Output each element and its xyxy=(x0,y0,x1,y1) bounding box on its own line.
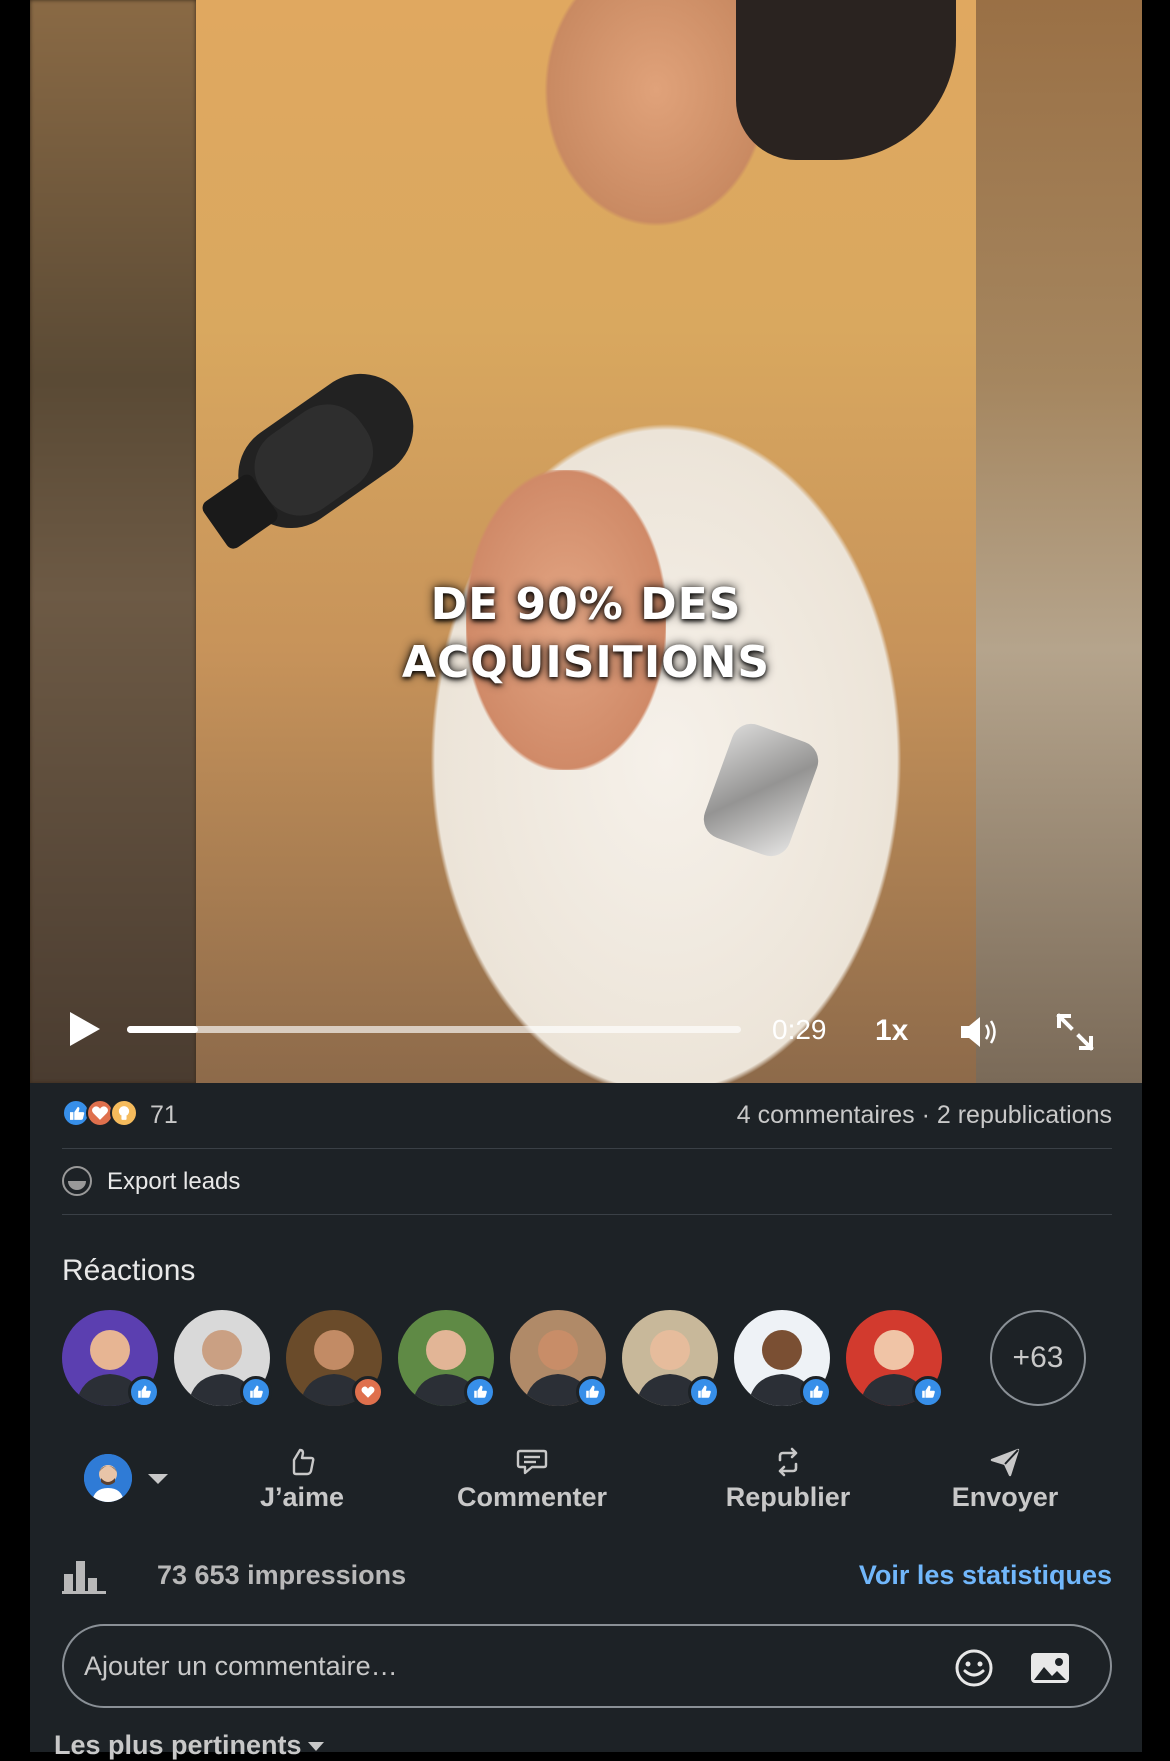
reactor-avatar[interactable] xyxy=(510,1310,608,1408)
send-button[interactable]: Envoyer xyxy=(940,1440,1070,1520)
impressions-count[interactable]: 73 653 impressions xyxy=(157,1560,406,1591)
fullscreen-icon[interactable] xyxy=(1055,1012,1095,1052)
reactor-avatar[interactable] xyxy=(734,1310,832,1408)
comment-icon xyxy=(516,1449,548,1475)
comments-reposts: 4 commentaires · 2 republications xyxy=(737,1101,1112,1130)
post-detail: DE 90% DES ACQUISITIONS 0:29 1x 71 4 com… xyxy=(30,0,1142,1760)
reactor-avatar[interactable] xyxy=(62,1310,160,1408)
caret-down-icon xyxy=(307,1742,324,1752)
video-time: 0:29 xyxy=(772,1014,827,1045)
like-icon xyxy=(912,1376,944,1408)
video-player[interactable]: DE 90% DES ACQUISITIONS 0:29 1x xyxy=(30,0,1142,1083)
volume-icon[interactable] xyxy=(958,1012,1002,1052)
reposts-count-link[interactable]: 2 republications xyxy=(937,1101,1112,1129)
reactor-avatar[interactable] xyxy=(174,1310,272,1408)
video-controls: 0:29 1x xyxy=(30,990,1142,1070)
video-caption-line-2: ACQUISITIONS xyxy=(401,637,771,688)
video-subject-hair xyxy=(736,0,956,160)
like-button[interactable]: J’aime xyxy=(242,1440,362,1520)
image-icon[interactable] xyxy=(1028,1646,1072,1690)
reactor-avatar[interactable] xyxy=(622,1310,720,1408)
more-reactors-button[interactable]: +63 xyxy=(990,1310,1086,1406)
sort-label: Les plus pertinents xyxy=(54,1730,302,1760)
view-stats-link[interactable]: Voir les statistiques xyxy=(859,1560,1112,1591)
video-frame xyxy=(196,0,976,1083)
sort-dropdown[interactable]: Les plus pertinents xyxy=(54,1730,324,1761)
like-icon xyxy=(464,1376,496,1408)
repost-button[interactable]: Republier xyxy=(713,1440,863,1520)
chevron-down-icon xyxy=(148,1474,168,1484)
like-icon xyxy=(240,1376,272,1408)
user-avatar xyxy=(84,1454,132,1502)
video-subject-watch xyxy=(698,718,824,862)
microphone-icon xyxy=(202,373,414,549)
play-icon[interactable] xyxy=(64,1009,104,1049)
reactor-avatar[interactable] xyxy=(846,1310,944,1408)
repost-label: Republier xyxy=(725,1482,851,1512)
video-caption-line-1: DE 90% DES xyxy=(430,579,742,630)
divider xyxy=(62,1148,1112,1149)
counts-separator: · xyxy=(914,1101,937,1129)
repost-icon xyxy=(778,1447,798,1477)
comment-input[interactable] xyxy=(84,1644,844,1688)
reactor-avatar[interactable] xyxy=(286,1310,384,1408)
export-leads-label: Export leads xyxy=(107,1168,241,1195)
insightful-icon xyxy=(110,1099,138,1127)
comment-label: Commenter xyxy=(456,1482,608,1512)
like-label: J’aime xyxy=(259,1482,345,1512)
like-icon xyxy=(800,1376,832,1408)
reactors-list: +63 xyxy=(62,1310,1112,1410)
comment-box xyxy=(62,1624,1112,1708)
thumbs-up-icon xyxy=(292,1448,315,1476)
reaction-count[interactable]: 71 xyxy=(150,1101,178,1130)
post-actions: J’aime Commenter Republier Envoyer xyxy=(30,1440,1142,1520)
send-icon xyxy=(990,1448,1020,1477)
like-icon xyxy=(688,1376,720,1408)
send-label: Envoyer xyxy=(951,1482,1059,1512)
like-icon xyxy=(128,1376,160,1408)
bar-chart-icon[interactable] xyxy=(62,1558,106,1594)
comment-button[interactable]: Commenter xyxy=(442,1440,622,1520)
actor-switcher[interactable] xyxy=(84,1454,174,1504)
impressions-row: 73 653 impressions Voir les statistiques xyxy=(62,1556,1112,1596)
video-progress-fill xyxy=(127,1026,198,1033)
divider xyxy=(62,1214,1112,1215)
reactor-avatar[interactable] xyxy=(398,1310,496,1408)
love-icon xyxy=(352,1376,384,1408)
emoji-icon[interactable] xyxy=(952,1646,996,1690)
reactions-title: Réactions xyxy=(62,1254,196,1287)
video-blur-right xyxy=(976,0,1142,1083)
playback-speed-button[interactable]: 1x xyxy=(875,1014,908,1048)
video-progress-bar[interactable] xyxy=(127,1026,741,1033)
like-icon xyxy=(576,1376,608,1408)
comments-count-link[interactable]: 4 commentaires xyxy=(737,1101,915,1129)
social-counts: 71 4 commentaires · 2 republications xyxy=(62,1097,1112,1133)
reaction-icons[interactable] xyxy=(62,1099,146,1129)
video-blur-left xyxy=(30,0,196,1083)
export-leads-icon xyxy=(62,1166,92,1196)
